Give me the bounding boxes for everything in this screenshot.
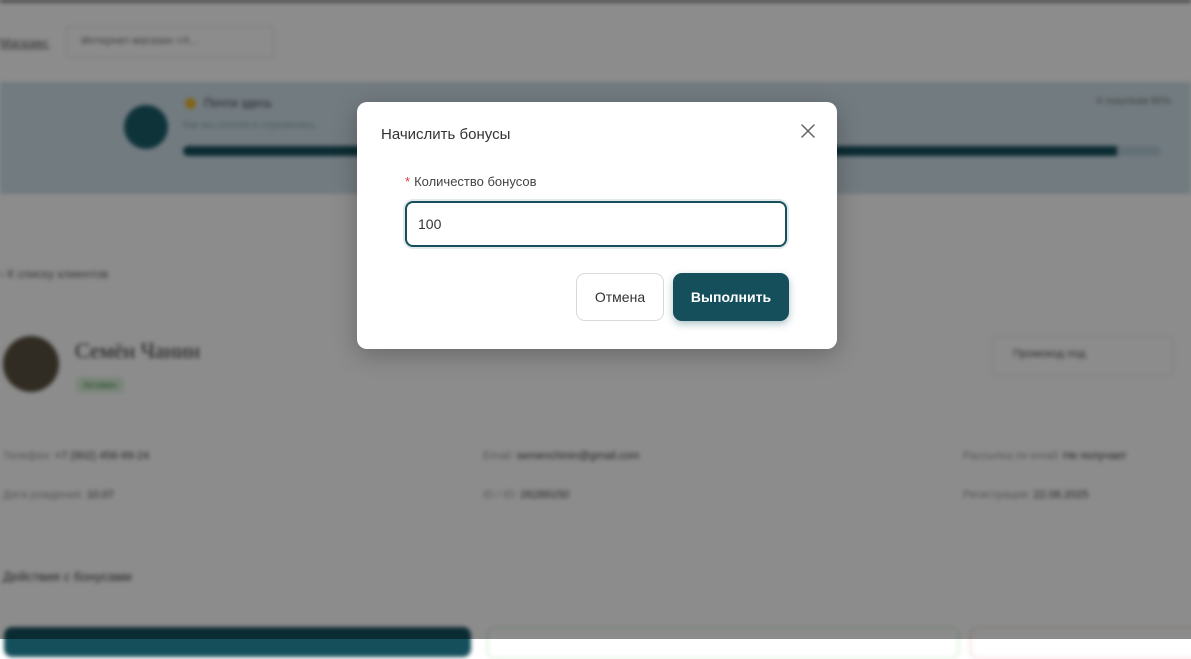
dialog-title: Начислить бонусы bbox=[381, 126, 511, 143]
close-icon bbox=[801, 124, 815, 138]
bonus-amount-label-text: Количество бонусов bbox=[414, 174, 537, 189]
close-button[interactable] bbox=[797, 120, 819, 142]
add-bonuses-dialog: Начислить бонусы *Количество бонусов Отм… bbox=[357, 102, 837, 349]
bonus-amount-input[interactable] bbox=[405, 201, 787, 247]
submit-button[interactable]: Выполнить bbox=[673, 273, 789, 321]
bonus-amount-label: * Количество бонусов bbox=[405, 174, 536, 189]
required-mark: * bbox=[405, 174, 411, 189]
cancel-button[interactable]: Отмена bbox=[576, 273, 664, 321]
